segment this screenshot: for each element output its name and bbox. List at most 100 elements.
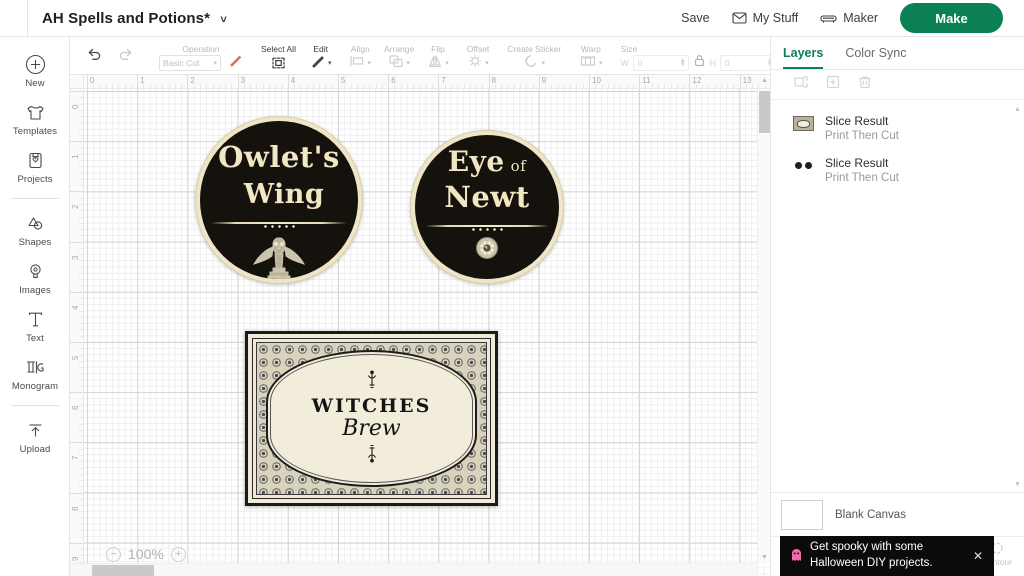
sidebar-item-projects[interactable]: Projects — [0, 143, 69, 191]
plus-circle-icon[interactable]: + — [170, 546, 186, 562]
offset-button[interactable]: Offset ▾ — [467, 37, 490, 75]
operation-control[interactable]: Operation Basic Cut ▾ — [159, 37, 243, 75]
ruler-minor-tick — [79, 128, 83, 130]
witches-brew-plate: WITCHES Brew — [266, 350, 477, 487]
layers-scrollbar[interactable]: ▲ ▼ — [1014, 106, 1021, 488]
canvas-vertical-scroll-thumb[interactable] — [759, 91, 770, 133]
warp-caption: Warp — [580, 44, 601, 54]
minus-circle-icon[interactable]: − — [106, 546, 121, 562]
redo-arrow-icon[interactable] — [110, 46, 141, 66]
ruler-minor-tick — [206, 84, 208, 88]
create-sticker-button[interactable]: Create Sticker ▾ — [507, 37, 561, 75]
chevron-down-icon: ▾ — [327, 60, 332, 67]
chevron-down-icon[interactable]: ˅ — [220, 14, 227, 26]
canvas-vertical-scrollbar[interactable]: ▲ ▼ — [757, 77, 770, 563]
my-stuff-button[interactable]: My Stuff — [732, 11, 798, 25]
canvas-horizontal-scroll-thumb[interactable] — [92, 565, 154, 576]
owlets-wing-disc[interactable]: Owlet's Wing — [196, 117, 362, 283]
ruler-minor-tick — [670, 84, 672, 88]
canvas-grid[interactable]: Owlet's Wing Eye of Newt WITCHES Brew — [84, 89, 770, 576]
align-button[interactable]: Align ▾ — [349, 37, 371, 75]
ruler-minor-tick — [79, 549, 83, 551]
edit-button[interactable]: Edit ▾ — [310, 37, 332, 75]
eye-of-newt-disc[interactable]: Eye of Newt — [411, 131, 563, 283]
canvas-horizontal-scrollbar[interactable] — [70, 563, 757, 576]
scroll-up-arrow-icon[interactable]: ▲ — [1014, 106, 1021, 113]
blank-canvas-row[interactable]: Blank Canvas — [771, 492, 1024, 536]
warp-button[interactable]: Warp ▾ — [579, 37, 603, 75]
select-all-button[interactable]: Select All — [261, 37, 296, 75]
blank-canvas-swatch[interactable] — [781, 499, 823, 530]
ruler-minor-tick — [494, 84, 496, 88]
ruler-label: 13 — [742, 76, 752, 85]
close-x-icon[interactable]: ✕ — [970, 549, 986, 563]
chevron-down-icon: ▾ — [541, 60, 545, 67]
project-title[interactable]: AH Spells and Potions* ˅ — [42, 10, 227, 27]
save-button[interactable]: Save — [681, 11, 710, 25]
layers-list[interactable]: Slice Result Print Then Cut Slice Result… — [771, 100, 1024, 492]
ruler-minor-tick — [79, 523, 83, 525]
width-input[interactable]: 0 ▲ ▼ — [632, 55, 689, 71]
layer-row[interactable]: Slice Result Print Then Cut — [771, 108, 1024, 150]
zoom-control[interactable]: − 100% + — [106, 546, 186, 562]
sidebar-item-shapes[interactable]: Shapes — [0, 206, 69, 254]
ruler-tick — [70, 492, 83, 494]
sidebar-item-text[interactable]: Text — [0, 302, 69, 350]
sidebar-item-images[interactable]: Images — [0, 254, 69, 302]
machine-selector[interactable]: Maker — [820, 11, 878, 25]
flip-button[interactable]: Flip ▾ — [427, 37, 449, 75]
ruler-minor-tick — [118, 84, 120, 88]
layer-row[interactable]: Slice Result Print Then Cut — [771, 150, 1024, 192]
ruler-minor-tick — [507, 84, 509, 88]
ruler-minor-tick — [519, 84, 521, 88]
sidebar-divider-2 — [11, 405, 59, 406]
duplicate-icon[interactable] — [793, 74, 809, 95]
operation-select[interactable]: Basic Cut ▾ — [159, 55, 221, 71]
make-button[interactable]: Make — [900, 3, 1003, 33]
sidebar-item-new[interactable]: New — [0, 47, 69, 95]
ruler-minor-tick — [79, 335, 83, 337]
arrange-icon — [388, 54, 404, 73]
ruler-minor-tick — [79, 373, 83, 375]
ruler-minor-tick — [79, 254, 83, 256]
tab-color-sync[interactable]: Color Sync — [845, 46, 906, 69]
width-stepper[interactable]: ▲ ▼ — [680, 58, 686, 68]
ruler-tick — [70, 291, 83, 293]
shapes-icon — [25, 213, 46, 234]
arrange-button[interactable]: Arrange ▾ — [384, 37, 414, 75]
eye-of-newt-line2: Newt — [444, 180, 530, 214]
sidebar-item-templates[interactable]: Templates — [0, 95, 69, 143]
add-layer-icon[interactable] — [825, 74, 841, 95]
ruler-tick — [70, 141, 83, 143]
height-input[interactable]: 0 ▲▼ — [719, 55, 776, 71]
scroll-up-arrow-icon[interactable]: ▲ — [761, 77, 768, 84]
ruler-tick — [237, 75, 239, 88]
offset-icon — [467, 54, 483, 73]
ruler-minor-tick — [79, 147, 83, 149]
undo-arrow-icon[interactable] — [79, 46, 110, 66]
scroll-down-arrow-icon[interactable]: ▼ — [761, 554, 768, 561]
ruler-minor-tick — [532, 84, 534, 88]
pen-color-icon[interactable] — [228, 53, 243, 73]
sidebar-item-upload[interactable]: Upload — [0, 413, 69, 461]
sidebar-item-monogram[interactable]: Monogram — [0, 350, 69, 398]
owlets-wing-rule — [200, 222, 358, 229]
ruler-minor-tick — [658, 84, 660, 88]
width-value: 0 — [637, 58, 643, 68]
ruler-minor-tick — [79, 385, 83, 387]
scroll-down-arrow-icon[interactable]: ▼ — [1014, 481, 1021, 488]
design-canvas-area[interactable]: 0 1 2 3 4 5 6 7 8 9 10 11 12 13 0123456789 Owlet's Wi… — [70, 75, 770, 576]
pencil-icon — [310, 53, 326, 74]
ruler-tick — [70, 392, 83, 394]
vertical-ruler: 0 1 2 3 4 5 6 7 8 9 — [70, 89, 84, 576]
witches-brew-label[interactable]: WITCHES Brew — [245, 331, 498, 506]
offset-group: Offset ▾ — [458, 37, 499, 75]
ruler-minor-tick — [419, 84, 421, 88]
ruler-minor-tick — [79, 323, 83, 325]
lock-closed-icon[interactable] — [694, 54, 705, 72]
ruler-minor-tick — [79, 398, 83, 400]
ruler-minor-tick — [79, 97, 83, 99]
trash-icon[interactable] — [857, 74, 873, 95]
ruler-tick — [438, 75, 440, 88]
tab-layers[interactable]: Layers — [783, 46, 824, 69]
